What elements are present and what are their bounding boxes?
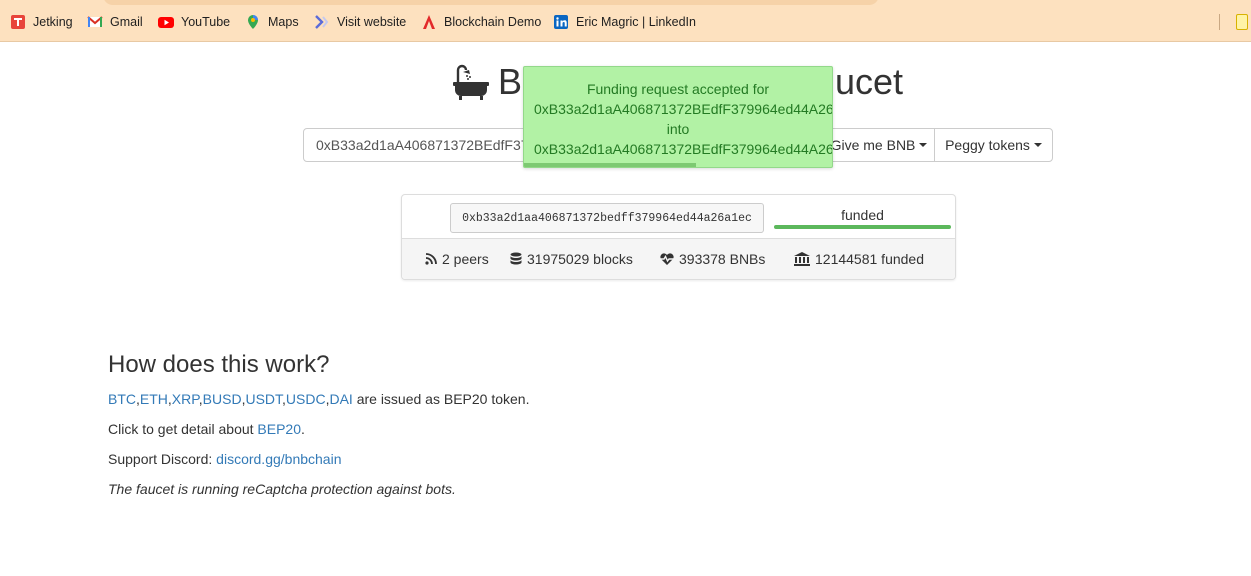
- tokens-suffix: are issued as BEP20 token.: [352, 391, 530, 407]
- peggy-tokens-button[interactable]: Peggy tokens: [934, 128, 1053, 162]
- stat-funded-value: 12144581 funded: [815, 251, 924, 267]
- captcha-note: The faucet is running reCaptcha protecti…: [108, 481, 456, 497]
- token-link-usdt[interactable]: USDT: [245, 391, 282, 407]
- stat-peers: 2 peers: [424, 251, 489, 267]
- tab-strip-edge: [103, 0, 879, 5]
- token-link-btc[interactable]: BTC: [108, 391, 136, 407]
- funding-notification[interactable]: Funding request accepted for 0xB33a2d1aA…: [523, 66, 833, 168]
- bookmark-jetking[interactable]: Jetking: [10, 13, 73, 31]
- bookmark-blockchain-demo[interactable]: Blockchain Demo: [421, 13, 541, 31]
- caret-down-icon: [919, 143, 928, 147]
- give-me-bnb-label: Give me BNB: [830, 137, 916, 153]
- bookmark-label: Maps: [268, 15, 299, 29]
- bookmark-label: Blockchain Demo: [444, 15, 542, 29]
- detail-paragraph: Click to get detail about BEP20.: [108, 421, 305, 437]
- notification-address: 0xB33a2d1aA406871372BEdfF379964ed44A26: [534, 141, 832, 157]
- maps-icon: [245, 14, 261, 30]
- bookmarks-separator: [1219, 14, 1220, 30]
- page-title: B ucet: [452, 58, 903, 106]
- rss-icon: [424, 252, 438, 266]
- bookmark-youtube[interactable]: YouTube: [158, 13, 230, 31]
- bookmark-label: YouTube: [181, 15, 231, 29]
- bookmark-label: Gmail: [110, 15, 143, 29]
- detail-prefix: Click to get detail about: [108, 421, 258, 437]
- gmail-icon: [87, 14, 103, 30]
- how-it-works-title: How does this work?: [108, 351, 330, 378]
- token-link-xrp[interactable]: XRP: [172, 391, 199, 407]
- bookmark-folder-icon[interactable]: [1236, 14, 1248, 30]
- token-link-eth[interactable]: ETH: [140, 391, 168, 407]
- heartbeat-icon: [659, 252, 675, 266]
- notification-address: 0xB33a2d1aA406871372BEdfF379964ed44A26: [534, 101, 832, 117]
- notification-into: into: [666, 121, 690, 137]
- visit-website-icon: [314, 14, 330, 30]
- jetking-icon: [10, 14, 26, 30]
- bank-icon: [793, 252, 811, 266]
- request-progress-bar: [774, 225, 951, 229]
- page-title-text-right: ucet: [835, 61, 904, 102]
- detail-suffix: .: [301, 421, 305, 437]
- bookmark-label: Visit website: [337, 15, 407, 29]
- discord-link[interactable]: discord.gg/bnbchain: [216, 451, 341, 467]
- bookmark-maps[interactable]: Maps: [245, 13, 299, 31]
- blockchain-demo-icon: [421, 14, 437, 30]
- faucet-panel: 0xb33a2d1aa406871372bedff379964ed44a26a1…: [401, 194, 956, 280]
- bathtub-icon: [452, 63, 490, 101]
- notification-message: Funding request accepted for: [586, 81, 770, 97]
- bookmark-linkedin[interactable]: Eric Magric | LinkedIn: [553, 13, 696, 31]
- bep20-link[interactable]: BEP20: [257, 421, 301, 437]
- stat-peers-value: 2 peers: [442, 251, 489, 267]
- bookmark-label: Jetking: [33, 15, 73, 29]
- stat-funded: 12144581 funded: [793, 251, 924, 267]
- stat-bnbs-value: 393378 BNBs: [679, 251, 766, 267]
- stat-blocks: 31975029 blocks: [509, 251, 633, 267]
- stats-bar: 2 peers 31975029 blocks 393378 BNBs 1214…: [402, 239, 955, 279]
- page-title-text-left: B: [498, 61, 523, 102]
- tokens-paragraph: BTC,ETH,XRP,BUSD,USDT,USDC,DAI are issue…: [108, 391, 530, 407]
- bookmarks-bar: Jetking Gmail YouTube Maps Visit website…: [0, 0, 1251, 42]
- discord-prefix: Support Discord:: [108, 451, 217, 467]
- give-me-bnb-button[interactable]: Give me BNB: [823, 128, 935, 162]
- caret-down-icon: [1033, 143, 1042, 147]
- request-row: 0xb33a2d1aa406871372bedff379964ed44a26a1…: [402, 195, 955, 239]
- token-link-busd[interactable]: BUSD: [203, 391, 242, 407]
- youtube-icon: [158, 14, 174, 30]
- discord-paragraph: Support Discord: discord.gg/bnbchain: [108, 451, 341, 467]
- stat-blocks-value: 31975029 blocks: [527, 251, 633, 267]
- bookmark-visit-website[interactable]: Visit website: [314, 13, 406, 31]
- token-link-usdc[interactable]: USDC: [286, 391, 326, 407]
- request-address: 0xb33a2d1aa406871372bedff379964ed44a26a1…: [450, 203, 764, 233]
- token-link-dai[interactable]: DAI: [329, 391, 352, 407]
- bookmark-gmail[interactable]: Gmail: [87, 13, 143, 31]
- linkedin-icon: [553, 14, 569, 30]
- bookmark-label: Eric Magric | LinkedIn: [576, 15, 696, 29]
- database-icon: [509, 252, 523, 266]
- stat-bnbs: 393378 BNBs: [659, 251, 765, 267]
- request-status: funded: [841, 207, 884, 223]
- peggy-tokens-label: Peggy tokens: [945, 137, 1030, 153]
- notification-progress-bar: [524, 163, 697, 167]
